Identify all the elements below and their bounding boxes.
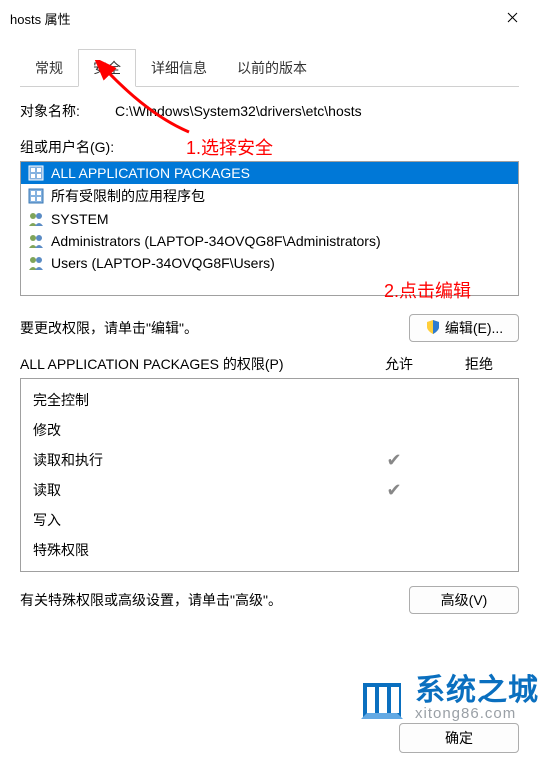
watermark: 系统之城 xitong86.com bbox=[357, 673, 539, 723]
list-item-label: ALL APPLICATION PACKAGES bbox=[51, 165, 250, 181]
permissions-header: ALL APPLICATION PACKAGES 的权限(P) 允许 拒绝 bbox=[20, 354, 519, 374]
close-icon bbox=[507, 10, 518, 26]
object-name-label: 对象名称: bbox=[20, 101, 115, 121]
permission-row: 读取和执行 ✔ bbox=[33, 445, 514, 475]
window-close-button[interactable] bbox=[489, 0, 535, 36]
permission-row: 读取 ✔ bbox=[33, 475, 514, 505]
tab-bar: 常规 安全 详细信息 以前的版本 bbox=[20, 48, 519, 87]
permissions-header-allow: 允许 bbox=[359, 354, 439, 374]
object-name-value: C:\Windows\System32\drivers\etc\hosts bbox=[115, 103, 519, 119]
permission-row: 修改 bbox=[33, 415, 514, 445]
edit-button[interactable]: 编辑(E)... bbox=[409, 314, 519, 342]
list-item-label: 所有受限制的应用程序包 bbox=[51, 186, 205, 206]
permission-name: 修改 bbox=[33, 420, 354, 440]
advanced-button-label: 高级(V) bbox=[441, 590, 488, 610]
users-icon bbox=[27, 232, 45, 250]
permission-row: 完全控制 bbox=[33, 385, 514, 415]
list-item[interactable]: 所有受限制的应用程序包 bbox=[21, 184, 518, 208]
watermark-url: xitong86.com bbox=[415, 706, 539, 721]
window-titlebar: hosts 属性 bbox=[0, 0, 539, 36]
users-icon bbox=[27, 254, 45, 272]
tab-security[interactable]: 安全 bbox=[78, 49, 136, 87]
list-item-label: Users (LAPTOP-34OVQG8F\Users) bbox=[51, 255, 275, 271]
object-name-row: 对象名称: C:\Windows\System32\drivers\etc\ho… bbox=[20, 101, 519, 121]
ok-button-label: 确定 bbox=[445, 728, 473, 748]
ok-button[interactable]: 确定 bbox=[399, 723, 519, 753]
watermark-logo-icon bbox=[357, 673, 407, 723]
list-item[interactable]: ALL APPLICATION PACKAGES bbox=[21, 162, 518, 184]
package-icon bbox=[27, 187, 45, 205]
edit-button-label: 编辑(E)... bbox=[445, 318, 503, 338]
permission-name: 写入 bbox=[33, 510, 354, 530]
watermark-title: 系统之城 bbox=[415, 676, 539, 706]
permission-allow: ✔ bbox=[354, 480, 434, 501]
advanced-hint-text: 有关特殊权限或高级设置，请单击"高级"。 bbox=[20, 590, 409, 610]
users-icon bbox=[27, 210, 45, 228]
permission-row: 写入 bbox=[33, 505, 514, 535]
permission-name: 读取 bbox=[33, 480, 354, 500]
dialog-buttons: 确定 bbox=[0, 723, 539, 753]
advanced-button[interactable]: 高级(V) bbox=[409, 586, 519, 614]
tab-previous-versions[interactable]: 以前的版本 bbox=[222, 49, 322, 87]
list-item-label: Administrators (LAPTOP-34OVQG8F\Administ… bbox=[51, 233, 381, 249]
edit-hint-text: 要更改权限，请单击"编辑"。 bbox=[20, 318, 409, 338]
list-item[interactable]: Administrators (LAPTOP-34OVQG8F\Administ… bbox=[21, 230, 518, 252]
list-item-label: SYSTEM bbox=[51, 211, 109, 227]
permission-name: 完全控制 bbox=[33, 390, 354, 410]
permission-name: 读取和执行 bbox=[33, 450, 354, 470]
list-item[interactable]: Users (LAPTOP-34OVQG8F\Users) bbox=[21, 252, 518, 274]
package-icon bbox=[27, 164, 45, 182]
shield-icon bbox=[425, 319, 441, 338]
permissions-list: 完全控制 修改 读取和执行 ✔ 读取 ✔ 写入 特殊权限 bbox=[20, 378, 519, 572]
permissions-header-deny: 拒绝 bbox=[439, 354, 519, 374]
permissions-header-name: ALL APPLICATION PACKAGES 的权限(P) bbox=[20, 354, 359, 374]
permission-row: 特殊权限 bbox=[33, 535, 514, 565]
permission-name: 特殊权限 bbox=[33, 540, 354, 560]
window-title: hosts 属性 bbox=[10, 9, 489, 28]
groups-listbox[interactable]: ALL APPLICATION PACKAGES 所有受限制的应用程序包 SYS… bbox=[20, 161, 519, 296]
tab-general[interactable]: 常规 bbox=[20, 49, 78, 87]
permission-allow: ✔ bbox=[354, 450, 434, 471]
tab-details[interactable]: 详细信息 bbox=[136, 49, 222, 87]
list-item[interactable]: SYSTEM bbox=[21, 208, 518, 230]
groups-label: 组或用户名(G): bbox=[20, 137, 519, 157]
